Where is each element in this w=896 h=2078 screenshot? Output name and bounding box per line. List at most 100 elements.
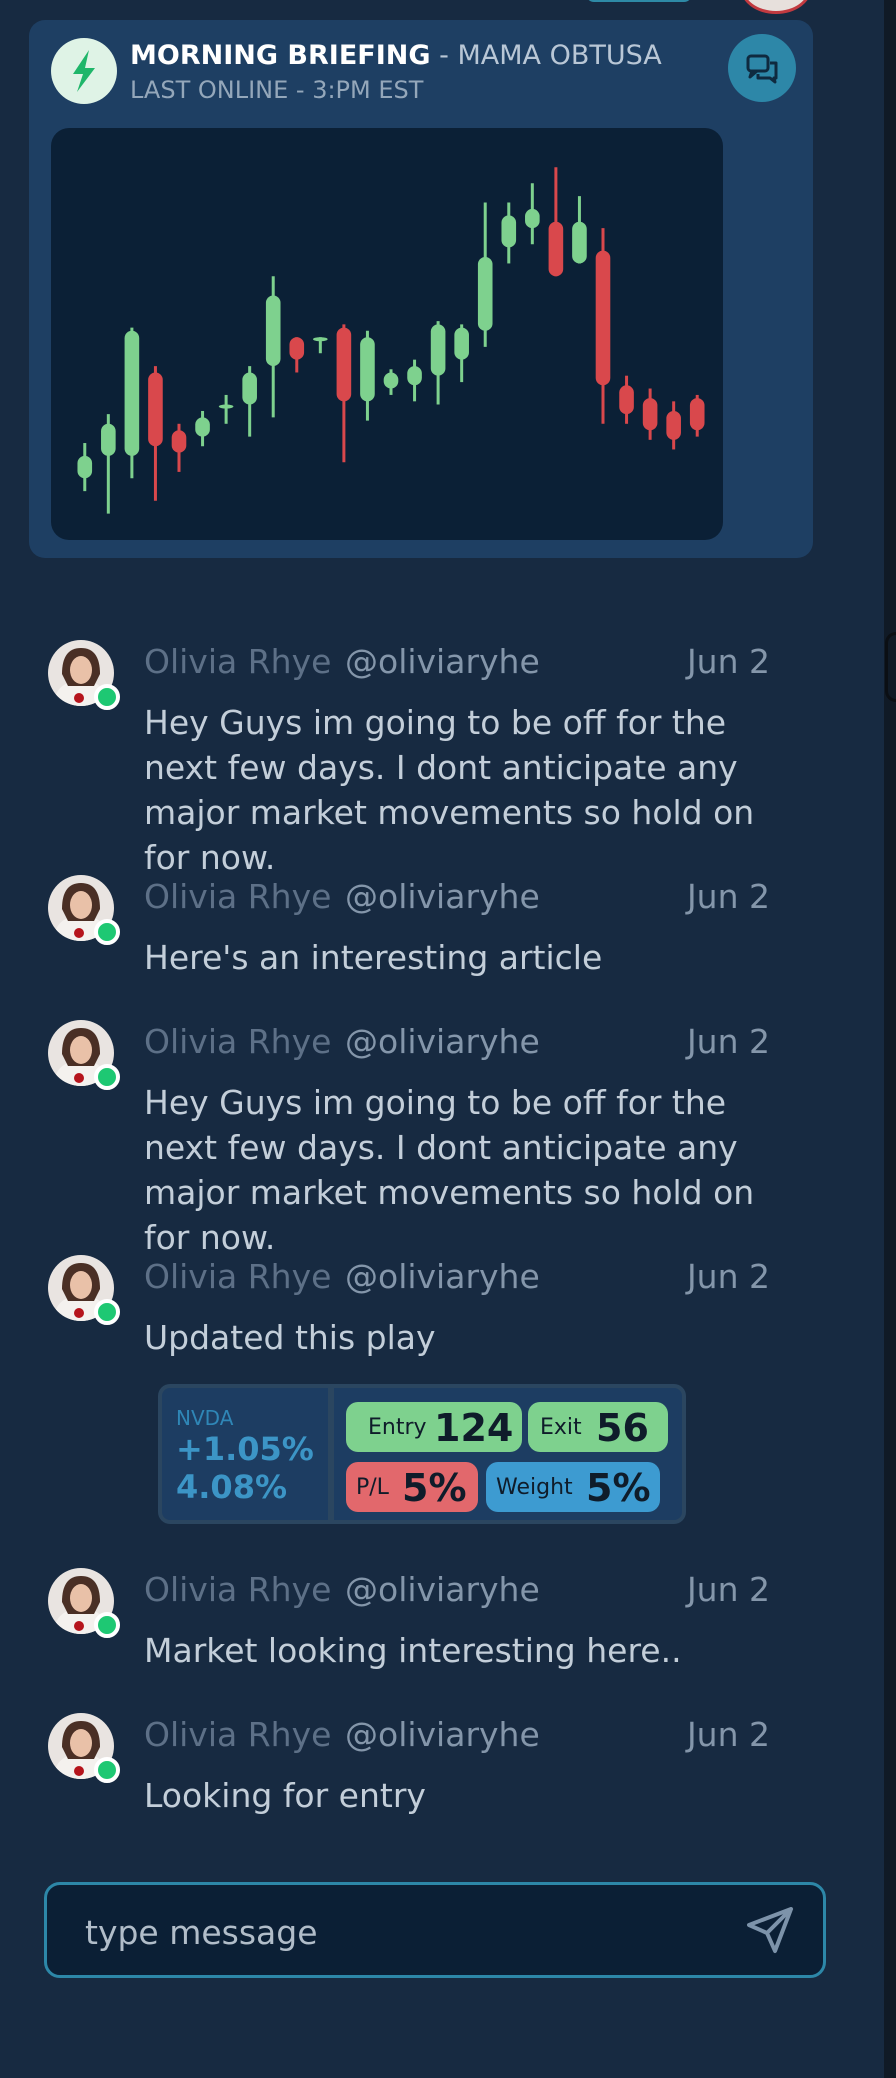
candle xyxy=(525,183,540,245)
trade-summary: NVDA +1.05% 4.08% xyxy=(162,1388,328,1520)
message-input[interactable] xyxy=(83,1903,727,1961)
message-author-handle[interactable]: @oliviaryhe xyxy=(345,1715,540,1754)
message-author-name[interactable]: Olivia Rhye xyxy=(144,1715,331,1754)
exit-value: 56 xyxy=(596,1406,649,1450)
candle-body xyxy=(595,250,611,386)
message-date: Jun 2 xyxy=(686,1715,770,1754)
candle-body xyxy=(124,330,140,456)
candle-body xyxy=(383,372,399,389)
candle xyxy=(171,423,187,472)
online-status-dot xyxy=(94,1064,120,1090)
weight-label: Weight xyxy=(496,1475,573,1500)
right-edge-panel xyxy=(884,0,896,2078)
candle xyxy=(289,337,305,373)
candle xyxy=(454,324,469,383)
candle-body xyxy=(218,404,234,409)
candle-body xyxy=(548,221,564,277)
candle xyxy=(666,401,681,450)
candle xyxy=(501,202,517,264)
candle-body xyxy=(525,208,540,229)
candle-body xyxy=(265,295,281,367)
top-user-avatar[interactable] xyxy=(740,0,812,14)
lightning-bolt-icon xyxy=(51,38,117,104)
message-author-handle[interactable]: @oliviaryhe xyxy=(345,1022,540,1061)
candle-body xyxy=(313,337,328,342)
message-author-name[interactable]: Olivia Rhye xyxy=(144,1570,331,1609)
candle-body xyxy=(407,366,422,386)
candle-body xyxy=(572,221,587,264)
trade-play-card[interactable]: NVDA +1.05% 4.08% Entry 124 Exit 56 P/L … xyxy=(158,1384,686,1524)
message-author-handle[interactable]: @oliviaryhe xyxy=(345,1570,540,1609)
message-date: Jun 2 xyxy=(686,1257,770,1296)
message-text: Updated this play xyxy=(144,1318,436,1357)
send-icon xyxy=(747,1907,793,1953)
message-text: Hey Guys im going to be off for the next… xyxy=(144,703,755,877)
candle xyxy=(595,228,611,424)
candlestick-chart xyxy=(51,128,723,540)
message-date: Jun 2 xyxy=(686,1022,770,1061)
candle xyxy=(360,330,375,421)
message-date: Jun 2 xyxy=(686,877,770,916)
online-status-dot xyxy=(94,1299,120,1325)
candle xyxy=(218,394,234,424)
candle-body xyxy=(642,398,658,431)
message-author-name[interactable]: Olivia Rhye xyxy=(144,877,331,916)
trade-ticker: NVDA xyxy=(176,1406,234,1430)
candle xyxy=(407,359,422,402)
candle xyxy=(195,410,210,447)
candle xyxy=(572,196,587,264)
trade-change: +1.05% xyxy=(176,1430,314,1468)
entry-label: Entry xyxy=(368,1415,427,1440)
briefing-author: MAMA OBTUSA xyxy=(457,40,662,71)
entry-value: 124 xyxy=(434,1406,514,1450)
online-status-dot xyxy=(94,919,120,945)
online-status-dot xyxy=(94,1757,120,1783)
candle xyxy=(383,369,399,395)
candle xyxy=(336,324,352,463)
top-tab-indicator xyxy=(586,0,692,2)
candle-body xyxy=(501,215,517,248)
candle xyxy=(430,321,446,405)
trade-percent: 4.08% xyxy=(176,1468,288,1506)
candle-body xyxy=(336,327,352,402)
message-author-name[interactable]: Olivia Rhye xyxy=(144,1022,331,1061)
briefing-chat-button[interactable] xyxy=(728,34,796,102)
candle-body xyxy=(689,398,705,431)
candle-body xyxy=(148,372,163,447)
briefing-title-text: MORNING BRIEFING xyxy=(130,40,431,71)
message-author-name[interactable]: Olivia Rhye xyxy=(144,642,331,681)
briefing-last-online: LAST ONLINE - 3:PM EST xyxy=(130,76,424,104)
candle xyxy=(313,337,328,354)
candle xyxy=(242,366,257,437)
pl-value: 5% xyxy=(402,1466,467,1510)
candle-body xyxy=(360,337,375,402)
candle-body xyxy=(101,423,116,456)
candle xyxy=(477,202,493,347)
message-text: Hey Guys im going to be off for the next… xyxy=(144,1083,755,1257)
online-status-dot xyxy=(94,1612,120,1638)
candle xyxy=(101,414,116,514)
trade-details: Entry 124 Exit 56 P/L 5% Weight 5% xyxy=(334,1388,682,1520)
send-button[interactable] xyxy=(741,1903,801,1959)
candle xyxy=(689,394,705,437)
candle-body xyxy=(430,324,446,376)
weight-value: 5% xyxy=(586,1466,651,1510)
message-author-handle[interactable]: @oliviaryhe xyxy=(345,877,540,916)
message-author-name[interactable]: Olivia Rhye xyxy=(144,1257,331,1296)
candle-body xyxy=(171,430,187,453)
message-author-handle[interactable]: @oliviaryhe xyxy=(345,642,540,681)
candle-body xyxy=(666,410,681,440)
message-text: Looking for entry xyxy=(144,1776,426,1815)
candle xyxy=(77,443,93,492)
candle xyxy=(265,276,281,418)
entry-chip: Entry 124 xyxy=(346,1402,522,1452)
message-text: Here's an interesting article xyxy=(144,938,603,977)
right-edge-handle xyxy=(885,632,896,702)
message-composer xyxy=(44,1882,826,1978)
candle-body xyxy=(289,337,305,360)
message-author-handle[interactable]: @oliviaryhe xyxy=(345,1257,540,1296)
pl-chip: P/L 5% xyxy=(346,1462,478,1512)
candle-body xyxy=(242,372,257,405)
message-date: Jun 2 xyxy=(686,1570,770,1609)
candle xyxy=(548,167,564,277)
